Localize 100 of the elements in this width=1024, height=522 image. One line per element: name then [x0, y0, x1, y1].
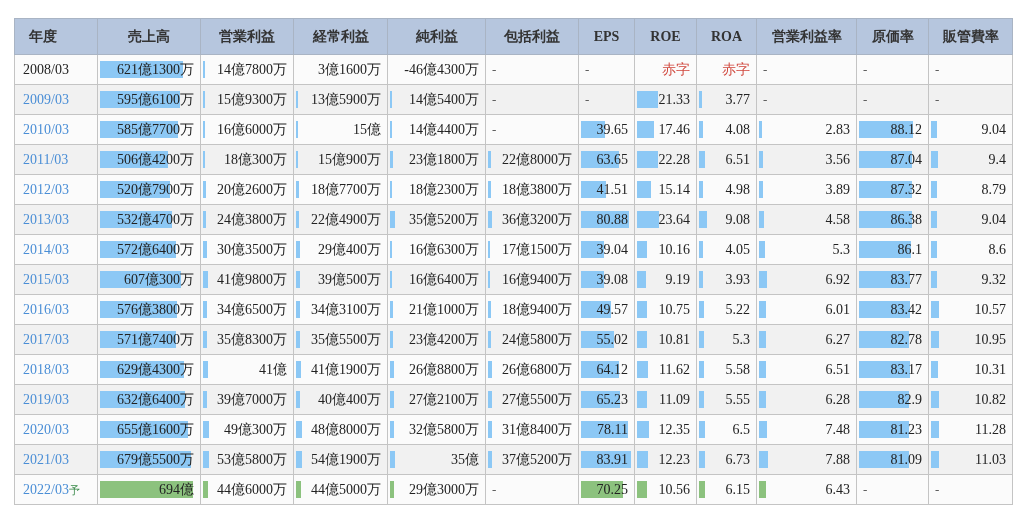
table-cell-text: 679億5500万: [117, 451, 194, 469]
table-cell-text: 11.03: [975, 451, 1006, 469]
table-cell-text: 7.48: [825, 421, 850, 439]
table-cell-text: 8.79: [981, 181, 1006, 199]
table-cell-text: 5.55: [725, 391, 750, 409]
table-cell-text: 6.51: [825, 361, 850, 379]
table-cell-text: 15億900万: [318, 151, 381, 169]
table-cell-text: 65.23: [596, 391, 628, 409]
table-cell-text: 86.38: [890, 211, 922, 229]
table-cell-text: 595億6100万: [117, 91, 194, 109]
table-cell-text: 607億300万: [124, 271, 194, 289]
table-cell-text: 9.04: [981, 121, 1006, 139]
year-link[interactable]: 2022/03: [23, 482, 69, 497]
table-cell-text: 7.88: [825, 451, 850, 469]
table-cell-text: 10.56: [658, 481, 690, 499]
table-cell-text: 29億3000万: [409, 481, 479, 499]
table-cell-text: 35億5500万: [311, 331, 381, 349]
table-cell-text: 22億4900万: [311, 211, 381, 229]
table-cell-text: 16億6300万: [409, 241, 479, 259]
table-cell-text: 16億6400万: [409, 271, 479, 289]
table-cell-text: 3.77: [725, 91, 750, 109]
table-cell-text: 3億1600万: [318, 61, 381, 79]
table-cell-text: 39.08: [596, 271, 628, 289]
column-header: ROE: [634, 18, 697, 55]
table-cell-text: 80.88: [596, 211, 628, 229]
table-cell-text: 22億8000万: [502, 151, 572, 169]
table-cell-text: 655億1600万: [117, 421, 194, 439]
table-cell-text: 632億6400万: [117, 391, 194, 409]
table-cell-text: 6.73: [725, 451, 750, 469]
table-cell: -: [856, 84, 929, 115]
table-cell-text: 5.3: [732, 331, 750, 349]
table-cell-text: 54億1900万: [311, 451, 381, 469]
table-cell-text: 16億6000万: [217, 121, 287, 139]
table-cell-text: 520億7900万: [117, 181, 194, 199]
table-cell-text: 39.04: [596, 241, 628, 259]
table-cell: -: [756, 84, 857, 115]
table-cell-text: 35億: [451, 451, 479, 469]
table-cell-text: 41.51: [596, 181, 628, 199]
table-cell-text: 13億5900万: [311, 91, 381, 109]
table-cell-text: 3.93: [725, 271, 750, 289]
table-cell-text: 10.95: [974, 331, 1006, 349]
table-cell-text: 23億1800万: [409, 151, 479, 169]
table-cell-text: 14億5400万: [409, 91, 479, 109]
table-cell-text: 12.35: [658, 421, 690, 439]
table-cell-text: 6.5: [732, 421, 750, 439]
table-cell-text: 81.09: [890, 451, 922, 469]
table-cell-text: 82.78: [890, 331, 922, 349]
table-cell: -: [578, 84, 635, 115]
table-cell-text: 3.56: [825, 151, 850, 169]
table-cell-text: 32億5800万: [409, 421, 479, 439]
table-cell-text: 4.58: [825, 211, 850, 229]
table-cell-text: 39億7000万: [217, 391, 287, 409]
table-cell-text: 83.91: [596, 451, 628, 469]
table-cell-text: 621億1300万: [117, 61, 194, 79]
table-cell-text: 8.6: [988, 241, 1006, 259]
table-cell-text: 35億8300万: [217, 331, 287, 349]
table-cell-text: 11.62: [659, 361, 690, 379]
forecast-mark: 予: [68, 484, 80, 496]
year-label: 2008/03: [23, 62, 69, 77]
column-header: 原価率: [856, 18, 929, 55]
table-cell-text: 10.16: [658, 241, 690, 259]
column-header: 経常利益: [293, 18, 388, 55]
column-header: 売上高: [97, 18, 201, 55]
table-cell-text: 4.05: [725, 241, 750, 259]
table-cell-text: 82.9: [897, 391, 922, 409]
table-cell: -: [578, 54, 635, 85]
table-cell-text: 15.14: [658, 181, 690, 199]
table-cell-text: 6.92: [825, 271, 850, 289]
column-header: 包括利益: [485, 18, 579, 55]
table-cell-text: 11.28: [975, 421, 1006, 439]
table-cell-text: 39億500万: [318, 271, 381, 289]
table-cell-text: 83.17: [890, 361, 922, 379]
table-cell: -: [856, 54, 929, 85]
table-cell-text: 532億4700万: [117, 211, 194, 229]
table-cell-text: 35億5200万: [409, 211, 479, 229]
table-cell: -: [756, 54, 857, 85]
table-cell-text: 18億2300万: [409, 181, 479, 199]
table-cell-text: 6.27: [825, 331, 850, 349]
table-cell: -: [485, 54, 579, 85]
table-cell-text: 585億7700万: [117, 121, 194, 139]
table-cell-text: 23.64: [658, 211, 690, 229]
table-cell-text: 18億300万: [224, 151, 287, 169]
table-cell-text: 63.65: [596, 151, 628, 169]
table-cell-text: 9.08: [725, 211, 750, 229]
table-cell-text: 53億5800万: [217, 451, 287, 469]
table-cell-text: 6.28: [825, 391, 850, 409]
table-cell-text: 4.08: [725, 121, 750, 139]
table-cell-text: 6.43: [825, 481, 850, 499]
table-cell-text: 12.23: [658, 451, 690, 469]
table-cell: 赤字: [696, 54, 757, 85]
table-cell-text: 31億8400万: [502, 421, 572, 439]
table-cell-text: 21億1000万: [409, 301, 479, 319]
table-cell: -: [856, 474, 929, 505]
table-cell-text: 2.83: [825, 121, 850, 139]
table-cell-text: 87.04: [890, 151, 922, 169]
table-cell-text: 18億3800万: [502, 181, 572, 199]
table-cell-text: 40億400万: [318, 391, 381, 409]
table-cell-text: 88.12: [890, 121, 922, 139]
table-cell-text: 20億2600万: [217, 181, 287, 199]
table-cell-text: 16億9400万: [502, 271, 572, 289]
